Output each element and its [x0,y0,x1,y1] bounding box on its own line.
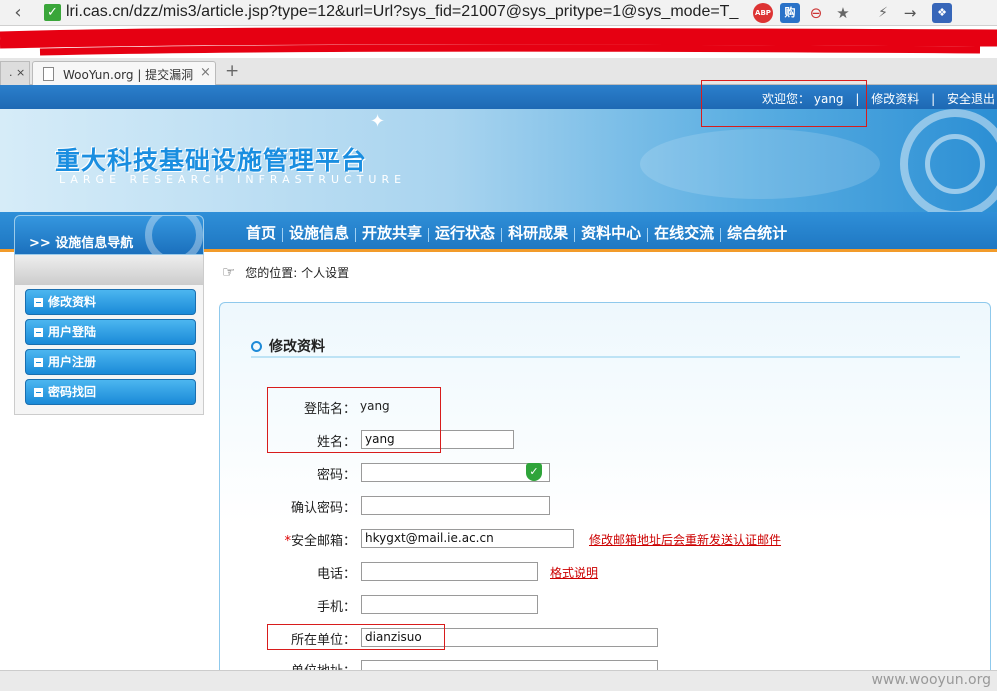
breadcrumb-text: 您的位置: 个人设置 [245,266,350,280]
email-note-link[interactable]: 修改邮箱地址后会重新发送认证邮件 [589,531,781,548]
nav-item[interactable]: 开放共享 [356,222,428,243]
separator: | [931,92,936,106]
paw-icon[interactable]: ❖ [932,3,952,23]
globe-ring-graphic [925,134,985,194]
highlight-box-name [267,387,441,453]
nav-item[interactable]: 运行状态 [429,222,501,243]
watermark: www.wooyun.org [871,672,991,688]
email-label: *安全邮箱： [284,534,356,549]
forward-arrow-icon[interactable]: → [900,3,920,23]
mobile-label: 手机： [316,600,356,615]
back-arrow-icon[interactable]: ‹ [6,2,30,24]
nav-item[interactable]: 首页 [240,222,282,243]
nav-items: 首页 设施信息 开放共享 运行状态 科研成果 资料中心 在线交流 综合统计 [240,222,793,243]
tab-title: WooYun.org | 提交漏洞 [63,68,194,82]
site-subtitle: LARGE RESEARCH INFRASTRUCTURE [59,173,407,186]
phone-input[interactable] [361,562,538,581]
panel-title: 修改资料 [251,336,325,356]
close-icon[interactable]: × [200,65,211,80]
sidebar-item-register[interactable]: 用户注册 [25,349,196,375]
nav-item[interactable]: 综合统计 [721,222,793,243]
url-field[interactable]: lri.cas.cn/dzz/mis3/article.jsp?type=12&… [66,3,750,21]
secure-check-icon: ✓ [44,4,61,21]
nav-item[interactable]: 科研成果 [502,222,574,243]
logout-link[interactable]: 安全退出 [947,92,995,106]
site-title: 重大科技基础设施管理平台 [55,146,368,175]
shopping-icon[interactable]: 购 [780,3,800,23]
mobile-input[interactable] [361,595,538,614]
sidebar-item-login[interactable]: 用户登陆 [25,319,196,345]
ring-graphic [145,216,203,254]
adblock-icon[interactable]: ABP [753,3,773,23]
bolt-icon[interactable]: ⚡ [873,3,893,23]
sidebar-item-edit-profile[interactable]: 修改资料 [25,289,196,315]
sparkle-icon: ✦ [370,111,386,132]
sidebar-subheader [14,255,204,285]
world-map-graphic [640,129,880,199]
block-icon[interactable]: ⊖ [806,3,826,23]
password-manager-shield-icon[interactable]: ✓ [526,463,542,481]
redaction-scribble [0,26,997,58]
format-help-link[interactable]: 格式说明 [550,564,598,581]
minus-icon [34,388,43,397]
bullet-circle-icon [251,341,262,352]
minus-icon [34,298,43,307]
new-tab-plus-icon[interactable]: + [225,61,239,81]
phone-label: 电话： [316,567,356,582]
nav-item[interactable]: 资料中心 [575,222,647,243]
minus-icon [34,358,43,367]
minus-icon [34,328,43,337]
breadcrumb: ☞ 您的位置: 个人设置 [222,263,349,281]
highlight-box-organization [267,624,445,650]
sidebar-menu: 修改资料 用户登陆 用户注册 密码找回 [14,285,204,415]
status-bar: www.wooyun.org [0,670,997,691]
nav-item[interactable]: 在线交流 [648,222,720,243]
pointing-hand-icon: ☞ [222,263,236,281]
title-underline [251,356,960,358]
confirm-password-label: 确认密码： [290,501,356,516]
tab-wooyun[interactable]: WooYun.org | 提交漏洞 × [32,61,216,85]
nav-item[interactable]: 设施信息 [283,222,355,243]
password-input[interactable] [361,463,550,482]
highlight-box-welcome [701,80,867,127]
browser-address-bar: ‹ ✓ lri.cas.cn/dzz/mis3/article.jsp?type… [0,0,997,26]
document-icon [43,67,54,81]
email-input[interactable]: hkygxt@mail.ie.ac.cn [361,529,574,548]
confirm-password-input[interactable] [361,496,550,515]
password-label: 密码： [316,468,356,483]
edit-profile-link[interactable]: 修改资料 [871,92,919,106]
sidebar-heading-text: >> 设施信息导航 [29,236,134,251]
tab-previous[interactable]: . × [0,61,30,85]
star-icon[interactable]: ★ [833,3,853,23]
sidebar-item-recover-password[interactable]: 密码找回 [25,379,196,405]
sidebar-heading: >> 设施信息导航 [14,215,204,255]
